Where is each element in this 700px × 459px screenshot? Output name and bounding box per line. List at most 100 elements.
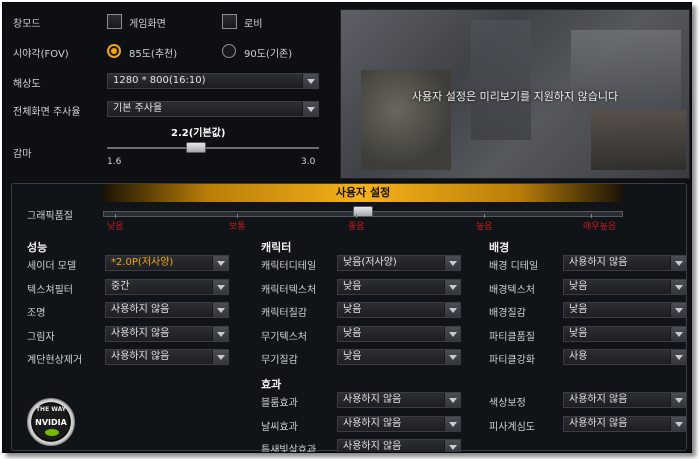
chevron-down-icon[interactable] <box>444 417 460 431</box>
gamma-max-label: 3.0 <box>301 157 316 167</box>
logo-line2: NVIDIA <box>35 418 67 427</box>
setting-label-background-1: 배경텍스처 <box>489 285 535 296</box>
setting-dropdown-background-3[interactable]: 낮음 <box>563 326 687 342</box>
setting-value: 사용하지 않음 <box>569 418 628 429</box>
gamma-slider-track[interactable] <box>107 147 319 149</box>
setting-label-performance-1: 텍스쳐필터 <box>27 285 73 296</box>
refresh-rate-dropdown[interactable]: 기본 주사율 <box>107 101 319 117</box>
gamma-label: 감마 <box>13 149 32 160</box>
setting-label-effects-2: 틈새빛살효과 <box>261 445 317 453</box>
gamma-value: 2.2(기본값) <box>171 128 226 139</box>
preview-image: 사용자 설정은 미리보기를 지원하지 않습니다 <box>340 9 690 179</box>
section-character-title: 캐릭터 <box>261 241 292 254</box>
section-effects-title: 효과 <box>261 378 282 391</box>
setting-label-character-4: 무기질감 <box>261 355 298 366</box>
setting-dropdown-character-2[interactable]: 낮음 <box>337 302 461 318</box>
setting-value: 낮음 <box>569 304 588 315</box>
setting-label-performance-2: 조명 <box>27 308 46 319</box>
setting-label-background-2: 배경질감 <box>489 308 526 319</box>
setting-dropdown-character-3[interactable]: 낮음 <box>337 326 461 342</box>
setting-dropdown-performance-1[interactable]: 중간 <box>105 279 229 295</box>
fullscreen-checkbox[interactable] <box>107 14 122 29</box>
setting-value: 사용하지 않음 <box>343 418 402 429</box>
setting-dropdown-effects-1[interactable]: 사용하지 않음 <box>337 416 461 432</box>
quality-level-label-2: 좋음 <box>348 222 365 232</box>
chevron-down-icon[interactable] <box>444 393 460 407</box>
setting-label-effects-x-0: 색상보정 <box>489 398 526 409</box>
nvidia-logo: THE WAY NVIDIA <box>27 398 75 446</box>
setting-dropdown-performance-2[interactable]: 사용하지 않음 <box>105 302 229 318</box>
fov-90-label: 90도(기존) <box>244 49 293 60</box>
setting-label-background-4: 파티클강화 <box>489 355 535 366</box>
fullscreen-option-label: 게임화면 <box>129 19 166 30</box>
chevron-down-icon[interactable] <box>670 393 686 407</box>
chevron-down-icon[interactable] <box>444 327 460 341</box>
preview-message: 사용자 설정은 미리보기를 지원하지 않습니다 <box>411 90 619 103</box>
chevron-down-icon[interactable] <box>444 280 460 294</box>
setting-dropdown-performance-0[interactable]: *2.0P(저사양) <box>105 255 229 271</box>
section-performance-title: 성능 <box>27 241 48 254</box>
chevron-down-icon[interactable] <box>212 303 228 317</box>
setting-value: 사용하지 않음 <box>343 441 402 452</box>
quality-tick-3 <box>484 214 485 218</box>
setting-value: 낮음 <box>343 281 362 292</box>
chevron-down-icon[interactable] <box>670 417 686 431</box>
gamma-slider-thumb[interactable] <box>186 142 206 153</box>
resolution-dropdown[interactable]: 1280 * 800(16:10) <box>107 73 319 89</box>
chevron-down-icon[interactable] <box>302 102 318 116</box>
setting-value: 사용하지 않음 <box>343 394 402 405</box>
resolution-label: 해상도 <box>13 79 41 90</box>
setting-dropdown-effects-0[interactable]: 사용하지 않음 <box>337 392 461 408</box>
setting-label-effects-0: 블룸효과 <box>261 398 298 409</box>
setting-dropdown-background-2[interactable]: 낮음 <box>563 302 687 318</box>
setting-dropdown-effects-x-0[interactable]: 사용하지 않음 <box>563 392 687 408</box>
setting-value: 사용하지 않음 <box>111 304 170 315</box>
section-background-title: 배경 <box>489 241 510 254</box>
chevron-down-icon[interactable] <box>444 350 460 364</box>
setting-value: *2.0P(저사양) <box>111 257 174 268</box>
chevron-down-icon[interactable] <box>444 256 460 270</box>
chevron-down-icon[interactable] <box>670 350 686 364</box>
setting-dropdown-effects-2[interactable]: 사용하지 않음 <box>337 439 461 452</box>
chevron-down-icon[interactable] <box>212 327 228 341</box>
fov-90-radio[interactable] <box>222 44 236 58</box>
fov-85-radio[interactable] <box>107 44 121 58</box>
setting-label-character-1: 캐릭터텍스처 <box>261 285 317 296</box>
setting-label-performance-4: 계단현상제거 <box>27 355 83 366</box>
chevron-down-icon[interactable] <box>670 303 686 317</box>
chevron-down-icon[interactable] <box>212 350 228 364</box>
chevron-down-icon[interactable] <box>302 74 318 88</box>
setting-label-character-0: 캐릭터디테일 <box>261 261 317 272</box>
quality-level-label-4: 매우높음 <box>583 222 617 232</box>
setting-dropdown-background-0[interactable]: 사용하지 않음 <box>563 255 687 271</box>
setting-value: 낮음 <box>343 351 362 362</box>
setting-value: 사용 <box>569 351 588 362</box>
chevron-down-icon[interactable] <box>212 256 228 270</box>
setting-dropdown-character-0[interactable]: 낮음(저사양) <box>337 255 461 271</box>
setting-label-performance-3: 그림자 <box>27 332 55 343</box>
lobby-checkbox[interactable] <box>222 14 237 29</box>
setting-dropdown-performance-3[interactable]: 사용하지 않음 <box>105 326 229 342</box>
chevron-down-icon[interactable] <box>670 280 686 294</box>
fov-label: 시야각(FOV) <box>13 49 69 60</box>
chevron-down-icon[interactable] <box>212 280 228 294</box>
quality-label: 그래픽품질 <box>27 211 73 222</box>
setting-dropdown-performance-4[interactable]: 사용하지 않음 <box>105 349 229 365</box>
fov-85-label: 85도(추천) <box>129 49 178 60</box>
nvidia-eye-icon <box>45 429 59 436</box>
preset-title-bar: 사용자 설정 <box>103 184 623 202</box>
setting-dropdown-background-4[interactable]: 사용 <box>563 349 687 365</box>
quality-tick-1 <box>237 214 238 218</box>
setting-dropdown-character-1[interactable]: 낮음 <box>337 279 461 295</box>
setting-dropdown-character-4[interactable]: 낮음 <box>337 349 461 365</box>
setting-value: 낮음 <box>343 328 362 339</box>
chevron-down-icon[interactable] <box>670 256 686 270</box>
setting-value: 사용하지 않음 <box>111 328 170 339</box>
chevron-down-icon[interactable] <box>444 303 460 317</box>
setting-dropdown-background-1[interactable]: 낮음 <box>563 279 687 295</box>
setting-dropdown-effects-x-1[interactable]: 사용하지 않음 <box>563 416 687 432</box>
chevron-down-icon[interactable] <box>670 327 686 341</box>
setting-value: 낮음(저사양) <box>343 257 397 268</box>
chevron-down-icon[interactable] <box>444 440 460 452</box>
graphics-settings-window: 창모드 게임화면 로비 시야각(FOV) 85도(추천) 90도(기존) 해상도… <box>2 2 692 453</box>
